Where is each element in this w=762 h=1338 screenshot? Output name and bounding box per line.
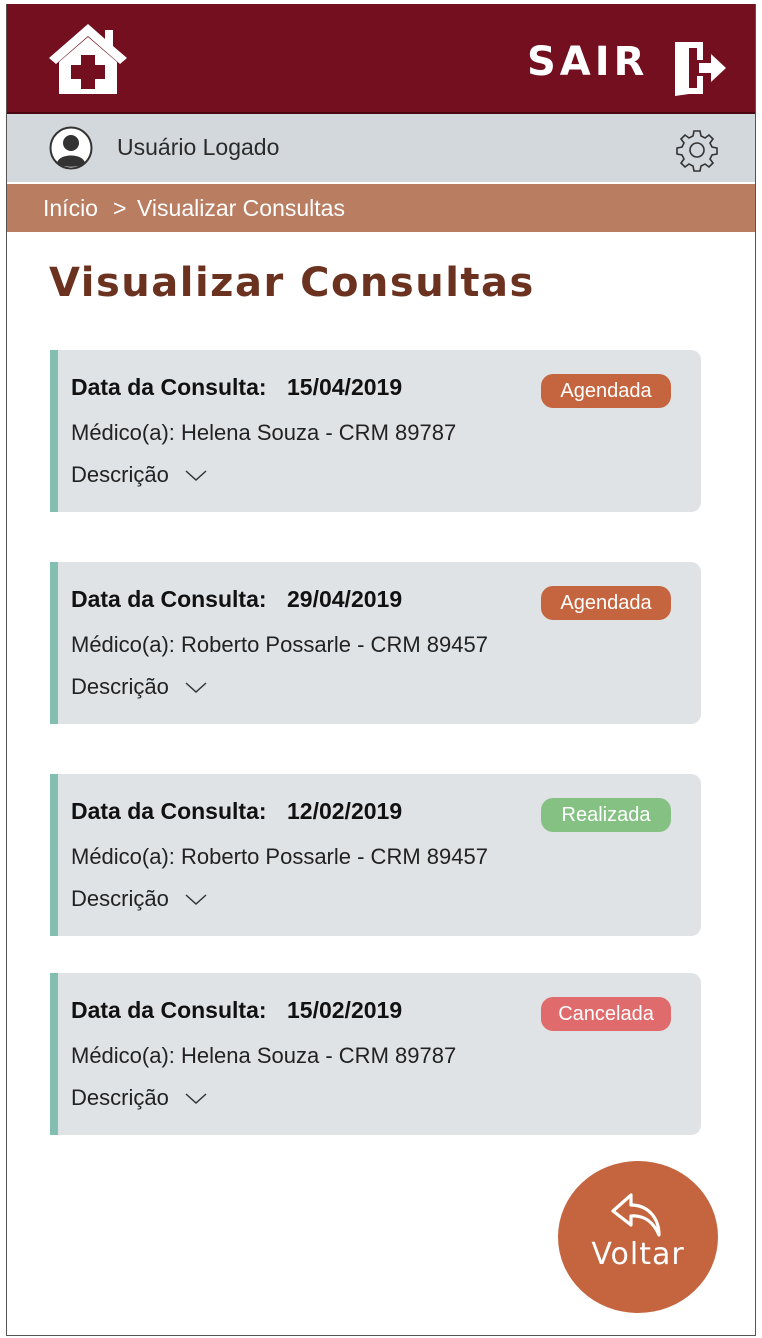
date-label: Data da Consulta: <box>71 798 267 824</box>
description-label: Descrição <box>71 674 169 699</box>
logout-button[interactable]: SAIR <box>527 37 648 87</box>
appointment-card[interactable]: Data da Consulta: 15/02/2019 Cancelada M… <box>50 973 701 1135</box>
breadcrumb-separator: > <box>113 195 127 221</box>
description-toggle[interactable]: Descrição <box>71 462 207 488</box>
appointment-card[interactable]: Data da Consulta: 29/04/2019 Agendada Mé… <box>50 562 701 724</box>
user-bar: Usuário Logado <box>7 114 755 182</box>
chevron-down-icon <box>185 1093 207 1105</box>
doctor-info: Médico(a): Helena Souza - CRM 89787 <box>71 1043 457 1068</box>
top-bar: SAIR <box>7 4 755 114</box>
doctor-info: Médico(a): Helena Souza - CRM 89787 <box>71 420 457 445</box>
status-badge: Cancelada <box>541 997 671 1031</box>
reply-arrow-icon <box>611 1193 661 1237</box>
page-title: Visualizar Consultas <box>49 260 535 306</box>
appointment-date: 15/04/2019 <box>287 374 403 400</box>
date-label: Data da Consulta: <box>71 374 267 400</box>
doctor-info: Médico(a): Roberto Possarle - CRM 89457 <box>71 632 488 657</box>
breadcrumb-home-link[interactable]: Início <box>43 184 98 232</box>
description-toggle[interactable]: Descrição <box>71 674 207 700</box>
chevron-down-icon <box>185 470 207 482</box>
description-toggle[interactable]: Descrição <box>71 886 207 912</box>
chevron-down-icon <box>185 682 207 694</box>
chevron-down-icon <box>185 894 207 906</box>
gear-icon[interactable] <box>675 128 719 172</box>
logged-user-name: Usuário Logado <box>117 134 280 160</box>
doctor-info: Médico(a): Roberto Possarle - CRM 89457 <box>71 844 488 869</box>
appointment-date: 29/04/2019 <box>287 586 403 612</box>
status-badge: Agendada <box>541 586 671 620</box>
description-label: Descrição <box>71 1085 169 1110</box>
breadcrumb: Início > Visualizar Consultas <box>7 184 755 232</box>
appointment-date: 12/02/2019 <box>287 798 403 824</box>
app-frame: SAIR Usuário Logado Início > Visualizar … <box>6 4 756 1336</box>
appointment-card[interactable]: Data da Consulta: 12/02/2019 Realizada M… <box>50 774 701 936</box>
back-button[interactable]: Voltar <box>558 1161 718 1313</box>
description-label: Descrição <box>71 886 169 911</box>
appointment-date: 15/02/2019 <box>287 997 403 1023</box>
exit-door-icon[interactable] <box>673 40 727 96</box>
description-toggle[interactable]: Descrição <box>71 1085 207 1111</box>
user-avatar-icon <box>49 126 93 170</box>
home-medical-icon[interactable] <box>47 22 129 96</box>
back-label: Voltar <box>591 1237 685 1272</box>
date-label: Data da Consulta: <box>71 997 267 1023</box>
appointment-card[interactable]: Data da Consulta: 15/04/2019 Agendada Mé… <box>50 350 701 512</box>
status-badge: Agendada <box>541 374 671 408</box>
date-label: Data da Consulta: <box>71 586 267 612</box>
status-badge: Realizada <box>541 798 671 832</box>
description-label: Descrição <box>71 462 169 487</box>
breadcrumb-current: Visualizar Consultas <box>137 195 345 221</box>
